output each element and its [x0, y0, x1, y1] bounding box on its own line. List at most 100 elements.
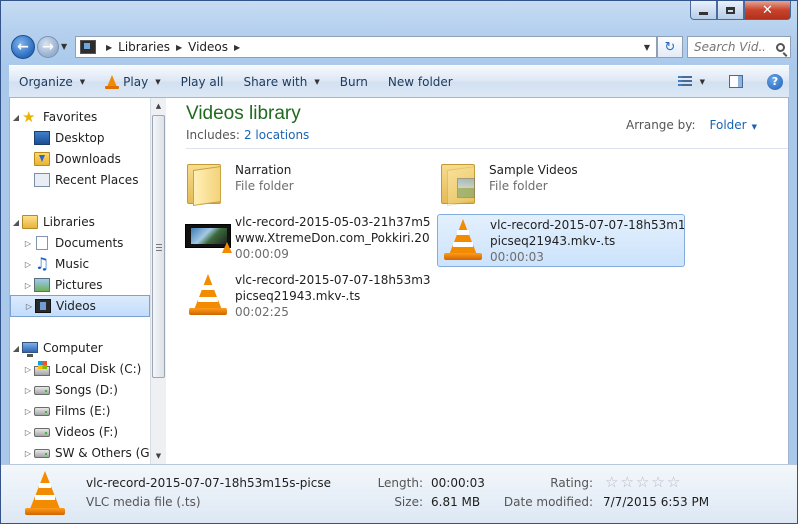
collapsed-triangle-icon[interactable]: ▷ [22, 239, 34, 248]
length-value: 00:00:03 [431, 476, 485, 490]
file-duration: 00:00:09 [235, 247, 289, 261]
tree-item-downloads[interactable]: Downloads [10, 149, 150, 169]
caption-buttons: ✕ [690, 1, 791, 21]
new-folder-button[interactable]: New folder [378, 66, 463, 97]
rating-star-icon[interactable]: ☆ [636, 475, 649, 490]
collapsed-triangle-icon[interactable]: ▷ [22, 260, 34, 269]
breadcrumb-libraries[interactable]: Libraries [118, 40, 170, 54]
breadcrumb-chevron-icon[interactable]: ▶ [176, 43, 182, 52]
system-drive-icon [34, 361, 50, 376]
tree-favorites[interactable]: ◢ ★ Favorites [10, 107, 150, 127]
hard-drive-icon [34, 385, 50, 395]
tree-computer[interactable]: ◢ Computer [10, 338, 150, 358]
tree-label: Songs (D:) [55, 383, 118, 397]
play-all-button[interactable]: Play all [171, 66, 234, 97]
breadcrumb-chevron-icon[interactable]: ▶ [234, 43, 240, 52]
tree-item-drive-g[interactable]: ▷ SW & Others (G:) [10, 443, 150, 463]
rating-star-icon[interactable]: ☆ [620, 475, 633, 490]
refresh-button[interactable]: ↻ [657, 36, 683, 58]
back-button[interactable]: ← [11, 35, 35, 59]
date-modified-value: 7/7/2015 6:53 PM [603, 495, 710, 509]
expand-triangle-icon[interactable]: ◢ [10, 218, 22, 227]
scroll-thumb[interactable] [152, 115, 165, 378]
rating-stars[interactable]: ☆ ☆ ☆ ☆ ☆ [605, 475, 680, 490]
breadcrumb-chevron-icon[interactable]: ▶ [106, 43, 112, 52]
burn-button[interactable]: Burn [330, 66, 378, 97]
tree-label: Pictures [55, 278, 103, 292]
change-view-icon[interactable] [677, 75, 692, 88]
rating-star-icon[interactable]: ☆ [605, 475, 618, 490]
rating-star-icon[interactable]: ☆ [651, 475, 664, 490]
minimize-button[interactable] [690, 1, 717, 20]
forward-arrow-icon: → [42, 39, 54, 55]
search-box[interactable] [687, 36, 791, 58]
breadcrumb-videos[interactable]: Videos [188, 40, 228, 54]
vlc-cone-icon [438, 215, 486, 263]
file-tile-vlc-record-pokkiri[interactable]: vlc-record-2015-05-03-21h37m57s- www.Xtr… [183, 212, 431, 264]
tree-item-drive-e[interactable]: ▷ Films (E:) [10, 401, 150, 421]
file-type: File folder [235, 179, 294, 193]
includes-locations-link[interactable]: 2 locations [244, 128, 309, 142]
chevron-down-icon[interactable]: ▼ [752, 123, 757, 131]
file-tile-vlc-record-18h53m15s[interactable]: vlc-record-2015-07-07-18h53m15s- picseq2… [437, 214, 685, 267]
recent-pages-dropdown[interactable]: ▼ [61, 42, 67, 51]
tree-item-documents[interactable]: ▷ Documents [10, 233, 150, 253]
computer-icon [22, 341, 38, 357]
burn-label: Burn [339, 74, 368, 89]
tree-item-videos[interactable]: ▷ Videos [10, 295, 150, 317]
file-tile-narration[interactable]: Narration File folder [183, 158, 431, 210]
tree-item-drive-f[interactable]: ▷ Videos (F:) [10, 422, 150, 442]
videos-filmstrip-icon [35, 299, 51, 313]
tree-label: Videos [56, 299, 96, 313]
tree-item-drive-c[interactable]: ▷ Local Disk (C:) [10, 359, 150, 379]
file-name-line2: www.XtremeDon.com_Pokkiri.20... [235, 231, 431, 245]
navigation-scrollbar[interactable]: ▲ ▼ [150, 98, 166, 464]
preview-pane-icon[interactable] [729, 75, 743, 88]
details-pane: vlc-record-2015-07-07-18h53m15s-picse...… [1, 464, 797, 523]
explorer-window: ✕ ← → ▼ ▶ Libraries ▶ Videos ▶ ▼ ↻ Organ… [0, 0, 798, 524]
arrange-by-dropdown[interactable]: Folder [710, 118, 747, 132]
expand-triangle-icon[interactable]: ◢ [10, 113, 22, 122]
tree-item-drive-d[interactable]: ▷ Songs (D:) [10, 380, 150, 400]
video-thumbnail-icon [183, 212, 232, 260]
search-input[interactable] [694, 40, 764, 54]
search-icon[interactable] [776, 42, 785, 52]
play-button[interactable]: Play ▼ [95, 66, 170, 97]
scroll-down-icon[interactable]: ▼ [151, 448, 166, 464]
documents-icon [36, 236, 48, 250]
help-icon[interactable]: ? [767, 73, 783, 90]
recent-places-icon [34, 173, 50, 187]
scroll-up-icon[interactable]: ▲ [151, 98, 166, 114]
collapsed-triangle-icon[interactable]: ▷ [22, 407, 34, 416]
collapsed-triangle-icon[interactable]: ▷ [22, 281, 34, 290]
share-with-button[interactable]: Share with ▼ [233, 66, 329, 97]
collapsed-triangle-icon[interactable]: ▷ [22, 365, 34, 374]
view-options-dropdown[interactable]: ▼ [700, 78, 705, 86]
collapsed-triangle-icon[interactable]: ▷ [22, 386, 34, 395]
tree-item-desktop[interactable]: Desktop [10, 128, 150, 148]
close-button[interactable]: ✕ [744, 1, 791, 20]
file-tile-vlc-record-18h53m37s[interactable]: vlc-record-2015-07-07-18h53m37s- picseq2… [183, 270, 431, 322]
vlc-cone-icon [183, 270, 231, 318]
forward-button[interactable]: → [37, 36, 59, 58]
new-folder-label: New folder [387, 74, 453, 89]
address-history-dropdown[interactable]: ▼ [644, 43, 650, 52]
tree-item-music[interactable]: ▷ ♫ Music [10, 254, 150, 274]
address-bar[interactable]: ▶ Libraries ▶ Videos ▶ ▼ [75, 36, 657, 58]
maximize-button[interactable] [717, 1, 744, 20]
expand-triangle-icon[interactable]: ◢ [10, 344, 22, 353]
chevron-down-icon: ▼ [314, 77, 320, 86]
file-tile-sample-videos[interactable]: Sample Videos File folder [437, 158, 685, 210]
star-icon: ★ [22, 108, 36, 126]
tree-item-pictures[interactable]: ▷ Pictures [10, 275, 150, 295]
collapsed-triangle-icon[interactable]: ▷ [22, 428, 34, 437]
tree-item-recent-places[interactable]: Recent Places [10, 170, 150, 190]
organize-button[interactable]: Organize ▼ [9, 66, 95, 97]
videos-library-icon [80, 40, 96, 54]
close-icon: ✕ [762, 2, 773, 18]
library-includes: Includes: 2 locations [186, 128, 309, 142]
tree-libraries[interactable]: ◢ Libraries [10, 212, 150, 232]
collapsed-triangle-icon[interactable]: ▷ [23, 302, 35, 311]
rating-star-icon[interactable]: ☆ [667, 475, 680, 490]
collapsed-triangle-icon[interactable]: ▷ [22, 449, 34, 458]
